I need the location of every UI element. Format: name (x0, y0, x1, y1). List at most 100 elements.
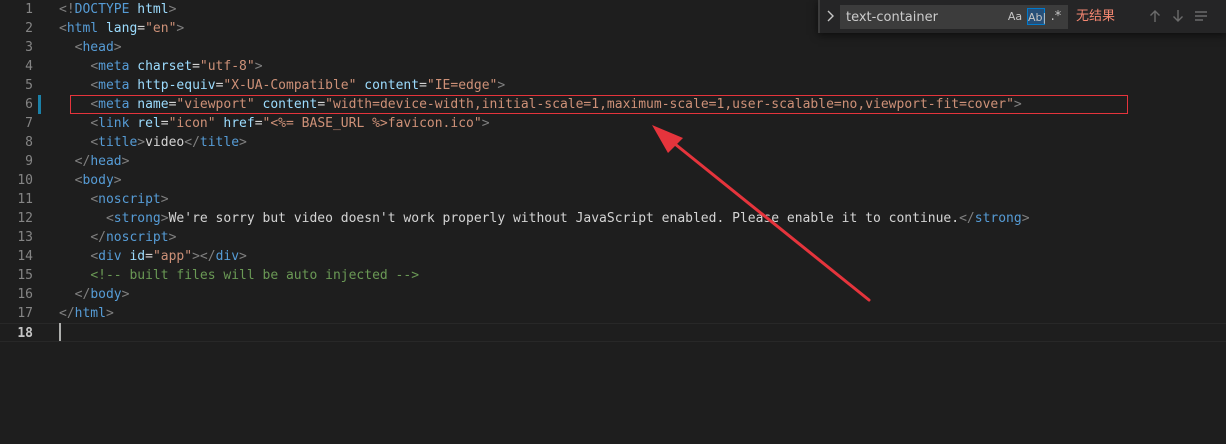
code-token: meta (98, 78, 130, 93)
code-token: noscript (98, 192, 161, 207)
code-token: > (168, 230, 177, 245)
code-text[interactable]: <!-- built files will be auto injected -… (59, 266, 419, 285)
line-number: 12 (17, 211, 33, 226)
code-token: "X-UA-Compatible" (223, 78, 357, 93)
code-token: < (90, 249, 99, 264)
arrow-down-icon[interactable] (1170, 8, 1186, 25)
code-token: body (82, 173, 114, 188)
code-token: </ (90, 230, 106, 245)
code-line[interactable]: 10 <body> (0, 171, 1226, 190)
line-number: 16 (17, 287, 33, 302)
chevron-right-icon[interactable] (824, 8, 838, 24)
code-token: < (105, 211, 114, 226)
code-token: <! (59, 2, 75, 17)
code-token: href (223, 116, 255, 131)
arrow-up-icon[interactable] (1147, 8, 1163, 25)
code-text[interactable]: </body> (59, 285, 130, 304)
code-token: html (66, 21, 99, 36)
regex-toggle[interactable]: .* (1048, 8, 1064, 25)
code-token: > (254, 59, 263, 74)
code-token: > (239, 249, 247, 264)
code-text[interactable]: </html> (59, 304, 114, 323)
code-text[interactable]: <title>video</title> (59, 133, 247, 152)
code-token: > (160, 211, 169, 226)
code-text[interactable]: <body> (59, 171, 122, 190)
code-line[interactable]: 7 <link rel="icon" href="<%= BASE_URL %>… (0, 114, 1226, 133)
code-token: < (90, 192, 99, 207)
code-token: div (215, 249, 240, 264)
code-text[interactable]: <div id="app"></div> (59, 247, 247, 266)
code-editor[interactable]: 1 <!DOCTYPE html> 2 <html lang="en"> 3 <head… (0, 0, 1226, 444)
code-text[interactable]: <link rel="icon" href="<%= BASE_URL %>fa… (59, 114, 489, 133)
code-token: html (137, 2, 169, 17)
line-number: 8 (25, 135, 33, 150)
code-line[interactable]: 13 </noscript> (0, 228, 1226, 247)
text-cursor (59, 323, 61, 341)
code-text[interactable]: <noscript> (59, 190, 168, 209)
line-number: 13 (17, 230, 33, 245)
code-line[interactable]: 8 <title>video</title> (0, 133, 1226, 152)
code-token: > (121, 154, 130, 169)
code-text[interactable]: <head> (59, 38, 122, 57)
code-token: ></ (192, 249, 216, 264)
code-token: > (121, 287, 130, 302)
code-token: http-equiv (137, 78, 216, 93)
code-token: strong (974, 211, 1022, 226)
code-line[interactable]: 17 </html> (0, 304, 1226, 323)
line-number: 5 (25, 78, 33, 93)
code-line[interactable]: 3 <head> (0, 38, 1226, 57)
code-token: = (192, 59, 200, 74)
find-in-selection-icon[interactable] (1193, 8, 1209, 25)
code-token: link (98, 116, 130, 131)
code-token: charset (137, 59, 193, 74)
code-text[interactable]: <!DOCTYPE html> (59, 0, 176, 19)
find-widget: Aa Ab| .* 无结果 (818, 0, 1226, 33)
code-line[interactable]: 4 <meta charset="utf-8"> (0, 57, 1226, 76)
code-text[interactable]: </head> (59, 152, 130, 171)
line-number: 14 (17, 249, 33, 264)
code-text[interactable]: <strong>We're sorry but video doesn't wo… (59, 209, 1030, 228)
code-token: </ (959, 211, 975, 226)
code-token: html (74, 306, 106, 321)
code-line[interactable]: 11 <noscript> (0, 190, 1226, 209)
code-text[interactable]: <meta http-equiv = "X-UA-Compatible" conte… (59, 76, 505, 95)
whole-word-toggle[interactable]: Ab| (1027, 8, 1046, 25)
code-text[interactable]: </noscript> (59, 228, 176, 247)
code-line[interactable]: 16 </body> (0, 285, 1226, 304)
code-line[interactable]: 14 <div id="app"></div> (0, 247, 1226, 266)
line-number: 17 (17, 306, 33, 321)
match-case-toggle[interactable]: Aa (1006, 8, 1024, 25)
code-line[interactable]: 18 (0, 323, 1226, 342)
annotation-highlight-box (70, 95, 1128, 114)
code-token: > (1021, 211, 1030, 226)
code-token: head (82, 40, 114, 55)
code-token: </ (74, 287, 91, 302)
line-number: 1 (25, 2, 33, 17)
code-token: = (254, 116, 263, 131)
code-text[interactable]: <html lang="en"> (59, 19, 184, 38)
code-text[interactable]: <meta charset="utf-8"> (59, 57, 263, 76)
line-number: 4 (25, 59, 33, 74)
code-token: lang (105, 21, 138, 36)
code-token: > (113, 40, 122, 55)
code-line[interactable]: 15 <!-- built files will be auto injecte… (0, 266, 1226, 285)
code-token: > (176, 21, 185, 36)
code-line[interactable]: 9 </head> (0, 152, 1226, 171)
code-line[interactable]: 12 <strong>We're sorry but video doesn't… (0, 209, 1226, 228)
line-number: 18 (17, 326, 33, 341)
code-token: "utf-8" (199, 59, 255, 74)
line-number: 10 (17, 173, 33, 188)
code-token: content (364, 78, 420, 93)
code-line[interactable]: 5 <meta http-equiv = "X-UA-Compatible" con… (0, 76, 1226, 95)
code-token: title (199, 135, 240, 150)
line-number: 9 (25, 154, 33, 169)
line-number: 3 (25, 40, 33, 55)
